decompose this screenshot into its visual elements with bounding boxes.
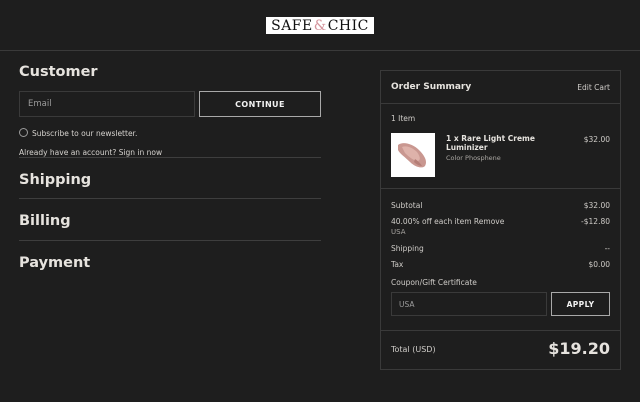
product-name-line2: Luminizer bbox=[446, 143, 488, 152]
product-swatch-icon bbox=[391, 133, 435, 177]
logo-text-left: SAFE bbox=[271, 17, 313, 34]
newsletter-checkbox[interactable] bbox=[19, 128, 28, 137]
divider bbox=[381, 188, 620, 189]
sign-in-link[interactable]: Already have an account? Sign in now bbox=[19, 148, 162, 157]
item-count: 1 Item bbox=[391, 114, 416, 123]
product-thumbnail bbox=[391, 133, 435, 177]
continue-button[interactable]: CONTINUE bbox=[199, 91, 321, 117]
discount-code: USA bbox=[391, 228, 406, 236]
divider bbox=[381, 103, 620, 104]
product-name-line1: 1 x Rare Light Creme bbox=[446, 134, 535, 143]
total-label: Total (USD) bbox=[391, 345, 436, 354]
product-price: $32.00 bbox=[583, 135, 610, 144]
shipping-value: -- bbox=[604, 244, 610, 253]
billing-section-title[interactable]: Billing bbox=[19, 213, 71, 229]
divider bbox=[19, 198, 321, 199]
coupon-label: Coupon/Gift Certificate bbox=[391, 278, 477, 287]
tax-label: Tax bbox=[391, 260, 404, 269]
order-summary-panel: Order Summary Edit Cart 1 Item 1 x Rare … bbox=[380, 70, 621, 370]
store-logo[interactable]: SAFE & CHIC bbox=[266, 17, 374, 34]
product-name[interactable]: 1 x Rare Light Creme Luminizer bbox=[446, 134, 535, 152]
divider bbox=[19, 240, 321, 241]
coupon-input[interactable] bbox=[391, 292, 547, 316]
discount-label[interactable]: 40.00% off each item Remove bbox=[391, 217, 504, 226]
header: SAFE & CHIC bbox=[0, 0, 640, 51]
subtotal-value: $32.00 bbox=[583, 201, 610, 210]
divider bbox=[381, 330, 620, 331]
divider bbox=[19, 157, 321, 158]
customer-title: Customer bbox=[19, 64, 98, 80]
shipping-section-title[interactable]: Shipping bbox=[19, 172, 91, 188]
tax-value: $0.00 bbox=[588, 260, 610, 269]
logo-text-right: CHIC bbox=[327, 17, 369, 34]
total-value: $19.20 bbox=[548, 339, 610, 358]
apply-button[interactable]: APPLY bbox=[551, 292, 610, 316]
edit-cart-link[interactable]: Edit Cart bbox=[577, 83, 610, 92]
logo-ampersand: & bbox=[313, 17, 327, 34]
payment-section-title[interactable]: Payment bbox=[19, 255, 90, 271]
email-field[interactable] bbox=[19, 91, 195, 117]
product-variant: Color Phosphene bbox=[446, 154, 501, 162]
subtotal-label: Subtotal bbox=[391, 201, 423, 210]
shipping-label: Shipping bbox=[391, 244, 424, 253]
discount-value: -$12.80 bbox=[581, 217, 610, 226]
order-summary-title: Order Summary bbox=[391, 82, 472, 92]
newsletter-label: Subscribe to our newsletter. bbox=[32, 129, 138, 138]
